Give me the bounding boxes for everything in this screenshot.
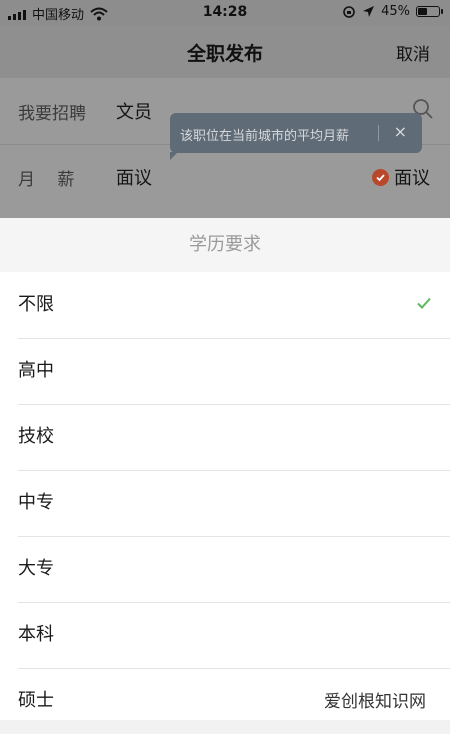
salary-value[interactable]: 面议: [116, 164, 152, 190]
option-item[interactable]: 本科: [0, 602, 450, 668]
tooltip-divider: [378, 125, 379, 141]
negotiable-toggle[interactable]: 面议: [372, 164, 430, 190]
recruit-label: 我要招聘: [18, 103, 86, 124]
battery-percent: 45%: [381, 4, 410, 19]
sheet-title: 学历要求: [0, 218, 450, 272]
nav-bar: 全职发布 取消: [0, 26, 450, 78]
option-item[interactable]: 大专: [0, 536, 450, 602]
option-label: 硕士: [18, 690, 54, 711]
page-title: 全职发布: [186, 43, 263, 65]
option-label: 大专: [18, 558, 54, 579]
status-right: 45%: [342, 4, 443, 19]
watermark-text: 爱创根知识网: [324, 692, 426, 712]
option-label: 中专: [18, 492, 54, 513]
cancel-button[interactable]: 取消: [396, 40, 430, 65]
recruit-value[interactable]: 文员: [116, 98, 152, 124]
salary-label: 月 薪: [18, 169, 75, 190]
check-circle-icon: [372, 168, 389, 186]
battery-icon: [416, 6, 443, 17]
salary-row[interactable]: 月 薪 面议 面议: [0, 144, 450, 210]
option-item[interactable]: 高中: [0, 338, 450, 404]
negotiable-label: 面议: [394, 168, 430, 189]
option-item[interactable]: 技校: [0, 404, 450, 470]
status-bar: 中国移动 14:28 45%: [0, 0, 450, 26]
option-label: 不限: [18, 294, 54, 315]
option-label: 技校: [18, 426, 54, 447]
education-picker-sheet: 学历要求 不限 高中 技校 中专 大专 本科 硕士: [0, 218, 450, 720]
orientation-lock-icon: [343, 5, 355, 18]
option-list: 不限 高中 技校 中专 大专 本科 硕士: [0, 272, 450, 734]
location-icon: [363, 6, 375, 17]
option-item[interactable]: 不限: [0, 272, 450, 338]
close-icon[interactable]: ×: [394, 122, 407, 141]
option-label: 高中: [18, 360, 54, 381]
option-label: 本科: [18, 624, 54, 645]
salary-tooltip: 该职位在当前城市的平均月薪 ×: [170, 113, 422, 160]
tooltip-text: 该职位在当前城市的平均月薪: [180, 129, 350, 144]
checkmark-icon: [417, 297, 431, 309]
battery-fill: [418, 8, 427, 15]
option-item[interactable]: 中专: [0, 470, 450, 536]
